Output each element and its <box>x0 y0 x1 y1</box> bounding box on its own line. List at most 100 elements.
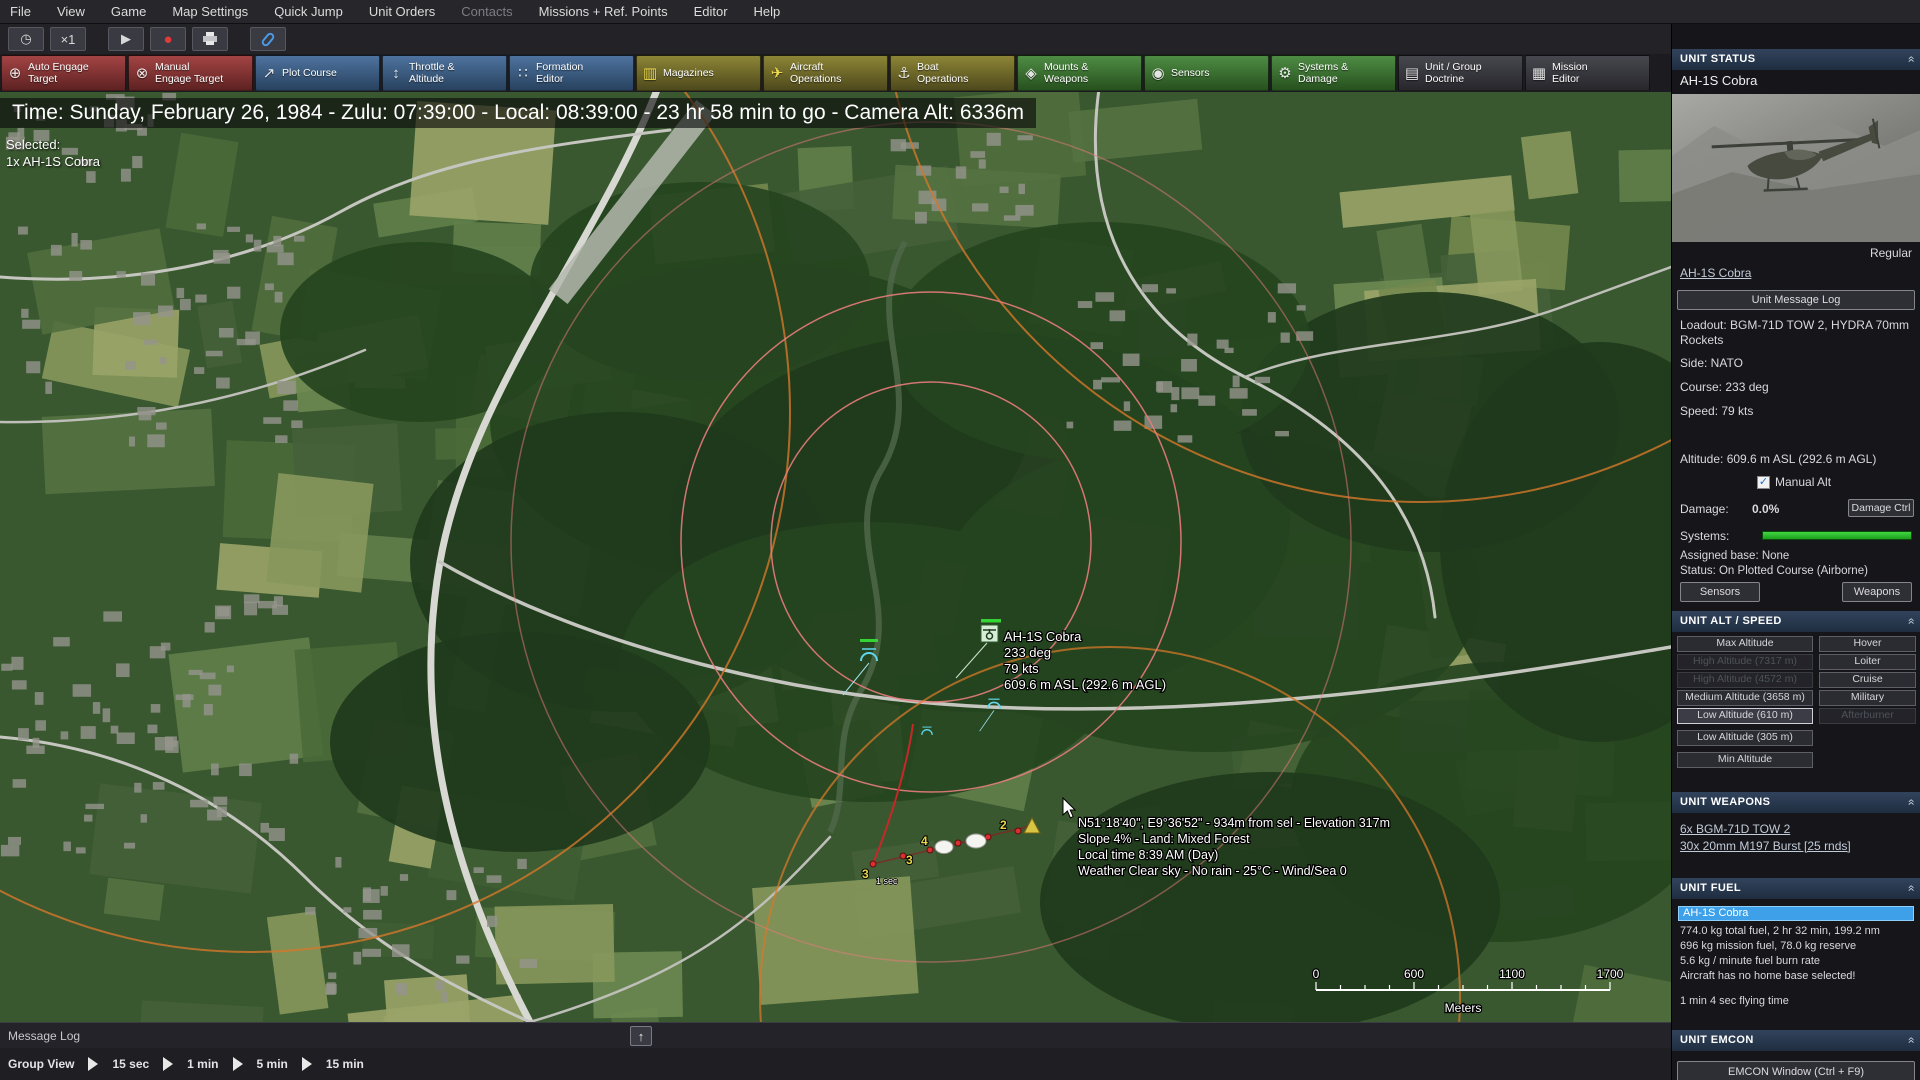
unit-label-name: AH-1S Cobra <box>1004 629 1082 644</box>
print-button[interactable] <box>192 27 228 51</box>
menu-map-settings[interactable]: Map Settings <box>172 4 248 19</box>
unit-status-header[interactable]: UNIT STATUS » <box>1672 49 1920 70</box>
formation-icon: ∷ <box>518 64 528 82</box>
menu-editor[interactable]: Editor <box>694 4 728 19</box>
clip-button[interactable] <box>250 27 286 51</box>
button-label: Unit / Group <box>1425 61 1482 73</box>
menu-file[interactable]: File <box>10 4 31 19</box>
message-log-title: Message Log <box>8 1028 81 1043</box>
speed-hover-button[interactable]: Hover <box>1819 636 1916 652</box>
helicopter-image <box>1672 118 1920 242</box>
preset-1min[interactable]: 1 min <box>187 1057 218 1071</box>
unit-status-panel: UNIT STATUS » AH-1S Cobra Regular AH-1S … <box>1671 24 1920 1080</box>
waypoint-number[interactable]: 2 <box>999 817 1008 833</box>
speed-military-button[interactable]: Military <box>1819 690 1916 706</box>
time-compression-button[interactable]: ×1 <box>50 27 86 51</box>
alt-max-button[interactable]: Max Altitude <box>1677 636 1813 652</box>
play-button[interactable]: ▶ <box>108 27 144 51</box>
menu-game[interactable]: Game <box>111 4 146 19</box>
auto-engage-target-button[interactable]: ⊕ Auto Engage Target <box>1 55 126 91</box>
fuel-flying-time: 1 min 4 sec flying time <box>1680 995 1789 1007</box>
play-triangle-icon[interactable] <box>88 1057 99 1071</box>
clip-icon <box>260 30 276 48</box>
manual-engage-icon: ⊗ <box>135 64 149 82</box>
unit-weapons-header[interactable]: UNIT WEAPONS » <box>1672 792 1920 813</box>
unit-weapons-title: UNIT WEAPONS <box>1680 796 1771 808</box>
cursor-info-line: Weather Clear sky - No rain - 25°C - Win… <box>1078 864 1347 878</box>
fuel-selected-unit[interactable]: AH-1S Cobra <box>1678 906 1914 921</box>
fuel-line-2: 696 kg mission fuel, 78.0 kg reserve <box>1680 940 1857 952</box>
fuel-line-4: Aircraft has no home base selected! <box>1680 970 1856 982</box>
emcon-window-button[interactable]: EMCON Window (Ctrl + F9) <box>1677 1061 1915 1080</box>
scale-tick-label: 600 <box>1404 967 1424 981</box>
play-icon: ▶ <box>121 31 131 46</box>
button-label: Formation <box>536 61 584 73</box>
waypoint-number[interactable]: 3 <box>905 852 914 868</box>
preset-15sec[interactable]: 15 sec <box>112 1057 149 1071</box>
sensors-button-ribbon[interactable]: ◉ Sensors <box>1144 55 1269 91</box>
play-triangle-icon[interactable] <box>163 1057 174 1071</box>
record-button[interactable]: ● <box>150 27 186 51</box>
unit-label-course: 233 deg <box>1004 645 1051 660</box>
menu-unit-orders[interactable]: Unit Orders <box>369 4 435 19</box>
alt-low-305-button[interactable]: Low Altitude (305 m) <box>1677 730 1813 746</box>
formation-editor-button[interactable]: ∷ Formation Editor <box>509 55 634 91</box>
proficiency-label: Regular <box>1869 246 1912 260</box>
alt-low-610-button[interactable]: Low Altitude (610 m) <box>1677 708 1813 724</box>
throttle-altitude-button[interactable]: ↕ Throttle & Altitude <box>382 55 507 91</box>
mission-editor-icon: ▦ <box>1531 64 1547 82</box>
time-preset-bar: Group View 15 sec 1 min 5 min 15 min <box>0 1048 1671 1080</box>
damage-ctrl-button[interactable]: Damage Ctrl <box>1848 499 1914 517</box>
plot-course-button[interactable]: ↗ Plot Course <box>255 55 380 91</box>
waypoint-number[interactable]: 4 <box>920 833 929 849</box>
tactical-map[interactable]: 3 3 4 2 1 sec AH-1S Cobra 233 deg 79 kts… <box>0 92 1671 1022</box>
group-view-button[interactable]: Group View <box>8 1057 74 1071</box>
unit-status-title: UNIT STATUS <box>1680 53 1756 65</box>
assigned-base-text: Assigned base: None <box>1680 550 1790 562</box>
menu-help[interactable]: Help <box>754 4 781 19</box>
selection-info: Selected: 1x AH-1S Cobra <box>6 136 100 170</box>
alt-min-button[interactable]: Min Altitude <box>1677 752 1813 768</box>
unit-label-altitude: 609.6 m ASL (292.6 m AGL) <box>1004 677 1166 692</box>
play-triangle-icon[interactable] <box>232 1057 243 1071</box>
preset-5min[interactable]: 5 min <box>257 1057 288 1071</box>
unit-emcon-header[interactable]: UNIT EMCON » <box>1672 1030 1920 1051</box>
mounts-weapons-button[interactable]: ◈ Mounts & Weapons <box>1017 55 1142 91</box>
aircraft-operations-button[interactable]: ✈ Aircraft Operations <box>763 55 888 91</box>
button-label: Throttle & <box>409 61 455 73</box>
menu-view[interactable]: View <box>57 4 85 19</box>
message-log-expand-button[interactable]: ↑ <box>630 1026 652 1046</box>
button-label: Auto Engage <box>28 61 89 73</box>
preset-15min[interactable]: 15 min <box>326 1057 364 1071</box>
message-log-bar: Message Log ↑ <box>0 1022 1671 1048</box>
boat-operations-button[interactable]: ⚓ Boat Operations <box>890 55 1015 91</box>
weapon-link-tow[interactable]: 6x BGM-71D TOW 2 <box>1680 822 1790 836</box>
unit-message-log-button[interactable]: Unit Message Log <box>1677 290 1915 310</box>
speed-loiter-button[interactable]: Loiter <box>1819 654 1916 670</box>
menu-missions-ref-points[interactable]: Missions + Ref. Points <box>539 4 668 19</box>
play-triangle-icon[interactable] <box>301 1057 312 1071</box>
unit-altspeed-title: UNIT ALT / SPEED <box>1680 615 1782 627</box>
weapon-link-m197[interactable]: 30x 20mm M197 Burst [25 rnds] <box>1680 839 1851 853</box>
sensors-button[interactable]: Sensors <box>1680 582 1760 602</box>
game-time-button[interactable]: ◷ <box>8 27 44 51</box>
scale-unit-label: Meters <box>1445 1001 1482 1015</box>
unit-group-doctrine-button[interactable]: ▤ Unit / Group Doctrine <box>1398 55 1523 91</box>
waypoint-number[interactable]: 3 <box>861 866 870 882</box>
magazines-button[interactable]: ▥ Magazines <box>636 55 761 91</box>
weapons-button[interactable]: Weapons <box>1842 582 1912 602</box>
manual-engage-target-button[interactable]: ⊗ Manual Engage Target <box>128 55 253 91</box>
speed-cruise-button[interactable]: Cruise <box>1819 672 1916 688</box>
mission-editor-button[interactable]: ▦ Mission Editor <box>1525 55 1650 91</box>
alt-medium-button[interactable]: Medium Altitude (3658 m) <box>1677 690 1813 706</box>
unit-link[interactable]: AH-1S Cobra <box>1680 266 1751 280</box>
systems-damage-button[interactable]: ⚙ Systems & Damage <box>1271 55 1396 91</box>
unit-altspeed-header[interactable]: UNIT ALT / SPEED » <box>1672 611 1920 632</box>
systems-health-bar <box>1762 531 1912 540</box>
unit-fuel-header[interactable]: UNIT FUEL » <box>1672 878 1920 899</box>
menu-quick-jump[interactable]: Quick Jump <box>274 4 343 19</box>
cursor-info-line: N51°18'40", E9°36'52" - 934m from sel - … <box>1078 816 1390 830</box>
manual-alt-checkbox[interactable]: ✓ Manual Alt <box>1757 475 1831 489</box>
gear-icon: ⚙ <box>1278 64 1292 82</box>
speed-text: Speed: 79 kts <box>1680 404 1754 418</box>
